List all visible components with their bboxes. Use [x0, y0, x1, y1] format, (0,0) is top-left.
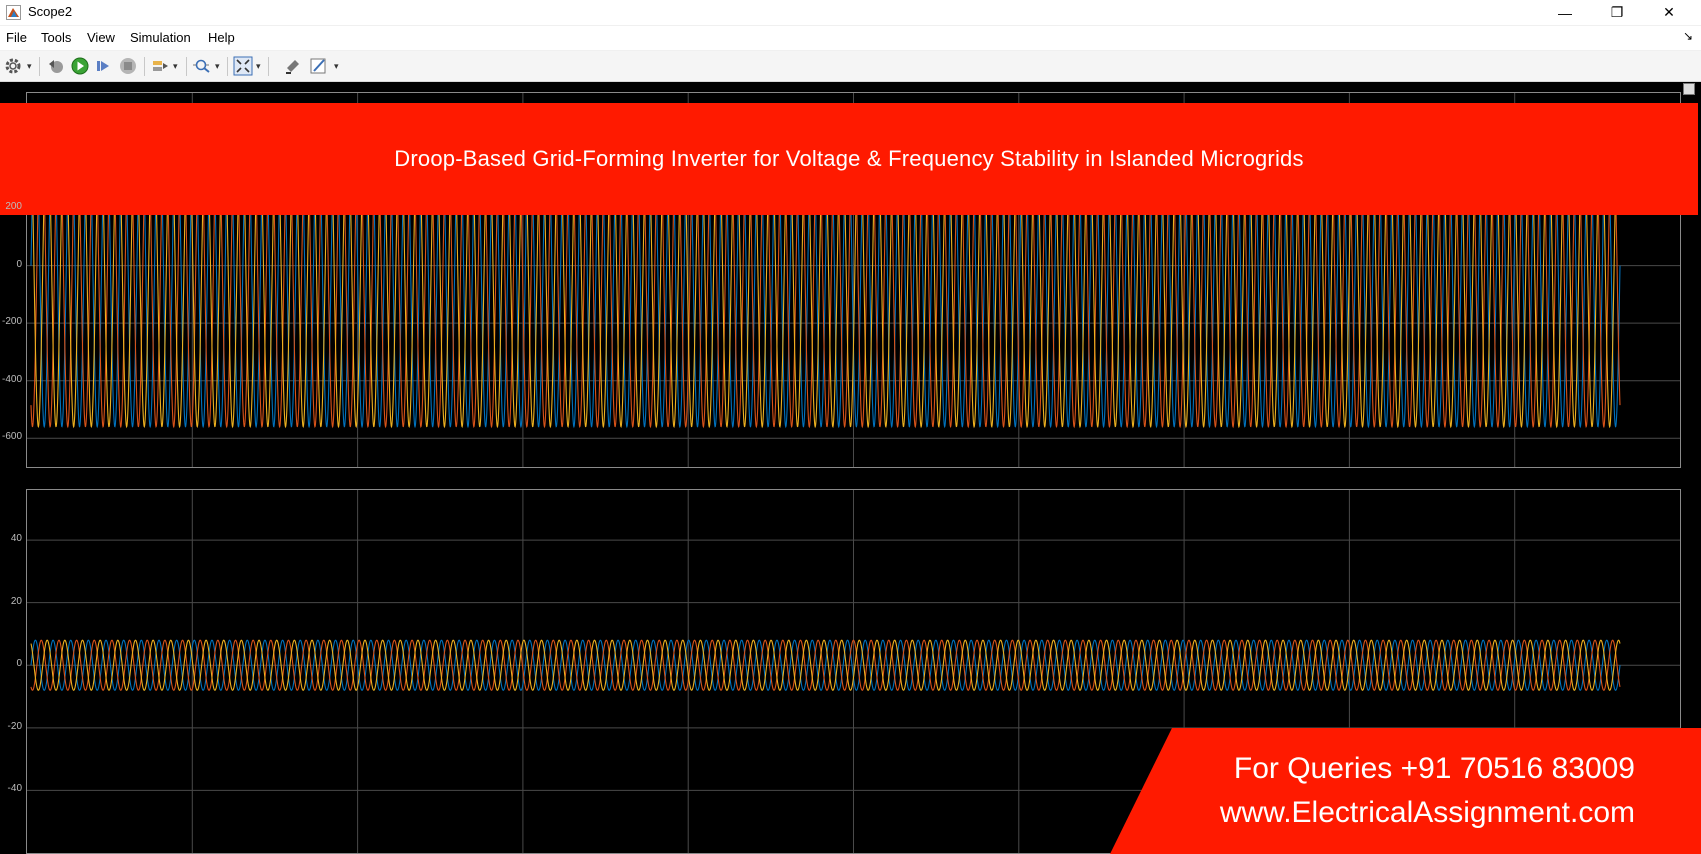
- zoom-dropdown-icon[interactable]: ▾: [215, 61, 220, 72]
- menu-bar: File Tools View Simulation Help ↘: [0, 26, 1701, 50]
- menu-simulation[interactable]: Simulation: [130, 30, 191, 45]
- run-icon[interactable]: [70, 56, 90, 76]
- toolbar-separator: [268, 57, 269, 76]
- restore-button[interactable]: ❐: [1594, 0, 1640, 25]
- highlight-icon[interactable]: [150, 56, 170, 76]
- highlight-dropdown-icon[interactable]: ▾: [173, 61, 178, 72]
- step-back-icon[interactable]: [46, 56, 66, 76]
- waveform-series-1: [30, 639, 1621, 691]
- title-banner: Droop-Based Grid-Forming Inverter for Vo…: [0, 103, 1698, 215]
- y-tick-label: 20: [10, 595, 22, 607]
- close-button[interactable]: ✕: [1646, 0, 1692, 25]
- banner-title: Droop-Based Grid-Forming Inverter for Vo…: [394, 146, 1304, 171]
- menu-file[interactable]: File: [6, 30, 27, 45]
- toolbar-separator: [39, 57, 40, 76]
- y-tick-label: -40: [7, 783, 22, 795]
- contact-phone: For Queries +91 70516 83009: [1233, 752, 1635, 785]
- stop-icon[interactable]: [118, 56, 138, 76]
- y-tick-label: -400: [1, 373, 22, 385]
- step-forward-icon[interactable]: [94, 56, 114, 76]
- y-tick-label: -600: [1, 431, 22, 443]
- y-tick-label: 40: [10, 533, 22, 545]
- settings-gear-icon[interactable]: [3, 56, 23, 76]
- contact-website[interactable]: www.ElectricalAssignment.com: [1220, 796, 1635, 830]
- measure-icon[interactable]: [309, 56, 329, 76]
- y-tick-label: -200: [1, 316, 22, 328]
- toolbar: ▾ ▾ ▾ ▾ ▾: [0, 51, 1701, 82]
- pin-icon[interactable]: ↘: [1683, 29, 1693, 43]
- toolbar-separator: [227, 57, 228, 76]
- menu-view[interactable]: View: [87, 30, 115, 45]
- toolbar-separator: [186, 57, 187, 76]
- zoom-fit-icon[interactable]: [233, 56, 253, 76]
- y-tick-label: 0: [16, 258, 22, 270]
- zoom-fit-dropdown-icon[interactable]: ▾: [256, 61, 261, 72]
- expand-button[interactable]: [1683, 83, 1695, 95]
- matlab-icon: [6, 5, 21, 20]
- minimize-button[interactable]: —: [1542, 0, 1588, 25]
- y-tick-label: 200: [5, 201, 22, 213]
- contact-banner: For Queries +91 70516 83009 www.Electric…: [1110, 728, 1701, 854]
- window-title: Scope2: [28, 4, 73, 19]
- toolbar-separator: [144, 57, 145, 76]
- y-tick-label: -20: [7, 720, 22, 732]
- menu-tools[interactable]: Tools: [41, 30, 71, 45]
- settings-dropdown-icon[interactable]: ▾: [27, 61, 32, 72]
- zoom-in-icon[interactable]: [192, 56, 212, 76]
- contact-banner-shape: [1110, 728, 1701, 854]
- y-tick-label: 0: [16, 658, 22, 670]
- menu-help[interactable]: Help: [208, 30, 235, 45]
- restore-view-icon[interactable]: [283, 56, 303, 76]
- measure-dropdown-icon[interactable]: ▾: [334, 61, 339, 72]
- window-title-bar: Scope2 — ❐ ✕: [0, 0, 1701, 25]
